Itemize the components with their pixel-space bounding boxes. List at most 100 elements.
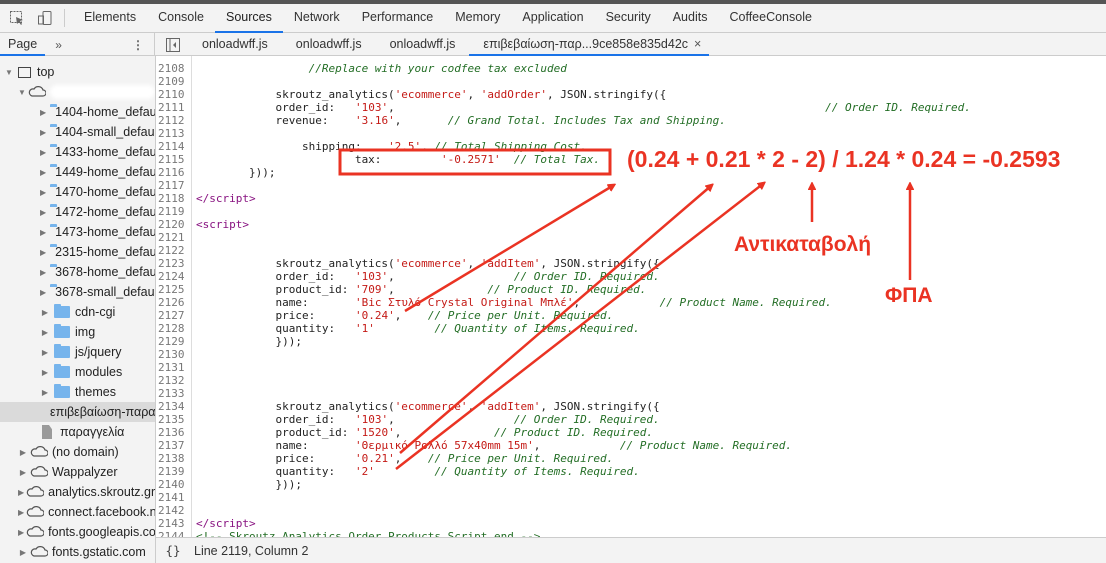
- device-toolbar-icon[interactable]: [34, 7, 56, 29]
- line-number[interactable]: 2143: [156, 517, 190, 530]
- pretty-print-button[interactable]: {}: [156, 543, 190, 558]
- tree-item[interactable]: ▶ img: [0, 322, 155, 342]
- tree-item[interactable]: ▶ Wappalyzer: [0, 462, 155, 482]
- line-number[interactable]: 2133: [156, 387, 190, 400]
- line-number[interactable]: 2114: [156, 140, 190, 153]
- tree-item[interactable]: ▶ 3678-small_default: [0, 282, 155, 302]
- tab-coffeeconsole[interactable]: CoffeeConsole: [718, 4, 822, 33]
- tree-item[interactable]: ▶ 1473-home_default: [0, 222, 155, 242]
- file-tab[interactable]: onloadwff.js: [376, 33, 470, 56]
- collapsed-arrow-icon[interactable]: ▶: [18, 508, 24, 517]
- line-number[interactable]: 2126: [156, 296, 190, 309]
- line-number[interactable]: 2125: [156, 283, 190, 296]
- tree-item[interactable]: ▶ (no domain): [0, 442, 155, 462]
- toggle-navigator-icon[interactable]: [162, 34, 184, 56]
- tab-page[interactable]: Page: [0, 33, 46, 56]
- collapsed-arrow-icon[interactable]: ▶: [40, 148, 46, 157]
- line-number[interactable]: 2112: [156, 114, 190, 127]
- expanded-arrow-icon[interactable]: ▼: [4, 68, 14, 77]
- collapsed-arrow-icon[interactable]: ▶: [18, 488, 24, 497]
- tree-item[interactable]: ▶ 3678-home_default: [0, 262, 155, 282]
- line-number[interactable]: 2109: [156, 75, 190, 88]
- tree-item[interactable]: ▶ 2315-home_default: [0, 242, 155, 262]
- tab-elements[interactable]: Elements: [73, 4, 147, 33]
- collapsed-arrow-icon[interactable]: ▶: [40, 228, 46, 237]
- collapsed-arrow-icon[interactable]: ▶: [40, 168, 46, 177]
- collapsed-arrow-icon[interactable]: ▶: [40, 328, 50, 337]
- collapsed-arrow-icon[interactable]: ▶: [18, 448, 28, 457]
- collapsed-arrow-icon[interactable]: ▶: [18, 548, 28, 557]
- tree-item[interactable]: ▶ 1472-home_default: [0, 202, 155, 222]
- tree-item[interactable]: ▼ top: [0, 62, 155, 82]
- line-number[interactable]: 2108: [156, 62, 190, 75]
- collapsed-arrow-icon[interactable]: ▶: [40, 208, 46, 217]
- line-number[interactable]: 2120: [156, 218, 190, 231]
- line-number[interactable]: 2116: [156, 166, 190, 179]
- line-number[interactable]: 2142: [156, 504, 190, 517]
- collapsed-arrow-icon[interactable]: ▶: [40, 108, 46, 117]
- tree-item[interactable]: ▼: [0, 82, 155, 102]
- line-number[interactable]: 2135: [156, 413, 190, 426]
- tab-application[interactable]: Application: [511, 4, 594, 33]
- tree-item[interactable]: ▶ modules: [0, 362, 155, 382]
- line-number[interactable]: 2115: [156, 153, 190, 166]
- inspect-element-icon[interactable]: [6, 7, 28, 29]
- line-number[interactable]: 2134: [156, 400, 190, 413]
- tree-item[interactable]: ▶ 1404-home_default: [0, 102, 155, 122]
- line-number[interactable]: 2144: [156, 530, 190, 537]
- tree-item[interactable]: ▶ cdn-cgi: [0, 302, 155, 322]
- tab-network[interactable]: Network: [283, 4, 351, 33]
- line-number[interactable]: 2122: [156, 244, 190, 257]
- tab-console[interactable]: Console: [147, 4, 215, 33]
- line-number[interactable]: 2132: [156, 374, 190, 387]
- collapsed-arrow-icon[interactable]: ▶: [40, 348, 50, 357]
- more-tabs-button[interactable]: »: [55, 38, 62, 52]
- line-number[interactable]: 2117: [156, 179, 190, 192]
- line-number[interactable]: 2118: [156, 192, 190, 205]
- tree-item[interactable]: ▶ 1433-home_default: [0, 142, 155, 162]
- line-number[interactable]: 2129: [156, 335, 190, 348]
- expanded-arrow-icon[interactable]: ▼: [18, 88, 26, 97]
- collapsed-arrow-icon[interactable]: ▶: [40, 308, 50, 317]
- line-number[interactable]: 2139: [156, 465, 190, 478]
- tree-item[interactable]: παραγγελία: [0, 422, 155, 442]
- collapsed-arrow-icon[interactable]: ▶: [40, 128, 46, 137]
- collapsed-arrow-icon[interactable]: ▶: [40, 288, 46, 297]
- code-editor[interactable]: 2108 //Replace with your codfee tax excl…: [156, 56, 1106, 537]
- tree-item[interactable]: ▶ js/jquery: [0, 342, 155, 362]
- tree-item[interactable]: ▶ themes: [0, 382, 155, 402]
- line-number[interactable]: 2140: [156, 478, 190, 491]
- collapsed-arrow-icon[interactable]: ▶: [40, 248, 46, 257]
- collapsed-arrow-icon[interactable]: ▶: [18, 468, 28, 477]
- line-number[interactable]: 2119: [156, 205, 190, 218]
- tree-item[interactable]: ▶ 1470-home_default: [0, 182, 155, 202]
- line-number[interactable]: 2130: [156, 348, 190, 361]
- line-number[interactable]: 2110: [156, 88, 190, 101]
- line-number[interactable]: 2141: [156, 491, 190, 504]
- tree-item[interactable]: ▶ 1449-home_default: [0, 162, 155, 182]
- line-number[interactable]: 2124: [156, 270, 190, 283]
- tree-item[interactable]: ▶ fonts.gstatic.com: [0, 542, 155, 562]
- line-number[interactable]: 2128: [156, 322, 190, 335]
- file-tab[interactable]: onloadwff.js: [282, 33, 376, 56]
- navigator-menu-button[interactable]: ⋮: [132, 38, 144, 52]
- tab-audits[interactable]: Audits: [662, 4, 719, 33]
- file-tab[interactable]: επιβεβαίωση-παρ...9ce858e835d42c ×: [469, 33, 710, 56]
- tree-item[interactable]: επιβεβαίωση-παραγγελίας: [0, 402, 155, 422]
- line-number[interactable]: 2113: [156, 127, 190, 140]
- line-number[interactable]: 2136: [156, 426, 190, 439]
- line-number[interactable]: 2121: [156, 231, 190, 244]
- tab-performance[interactable]: Performance: [351, 4, 445, 33]
- tree-item[interactable]: ▶ analytics.skroutz.gr: [0, 482, 155, 502]
- collapsed-arrow-icon[interactable]: ▶: [18, 528, 24, 537]
- line-number[interactable]: 2111: [156, 101, 190, 114]
- file-tab[interactable]: onloadwff.js: [188, 33, 282, 56]
- tab-sources[interactable]: Sources: [214, 4, 283, 33]
- tree-item[interactable]: ▶ connect.facebook.net: [0, 502, 155, 522]
- line-number[interactable]: 2131: [156, 361, 190, 374]
- tree-item[interactable]: ▶ 1404-small_default: [0, 122, 155, 142]
- collapsed-arrow-icon[interactable]: ▶: [40, 368, 50, 377]
- line-number[interactable]: 2127: [156, 309, 190, 322]
- close-tab-icon[interactable]: ×: [694, 37, 701, 51]
- tree-item[interactable]: ▶ fonts.googleapis.com: [0, 522, 155, 542]
